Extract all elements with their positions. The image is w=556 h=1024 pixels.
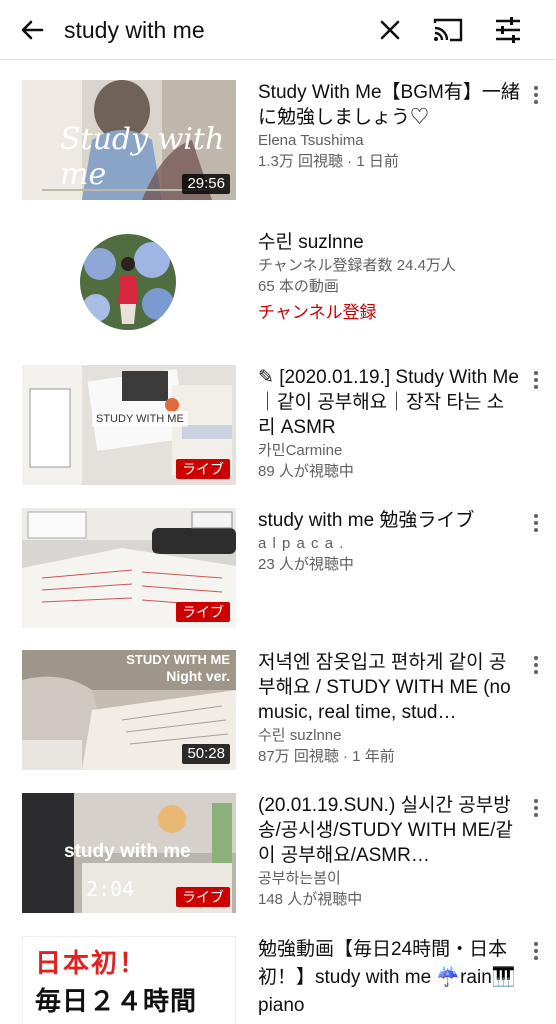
back-button[interactable] (14, 12, 50, 48)
close-icon (380, 20, 400, 40)
video-thumbnail[interactable]: ライブ (22, 508, 236, 628)
duration-badge: 29:56 (182, 174, 230, 194)
more-options-button[interactable] (528, 512, 544, 536)
avatar[interactable] (80, 234, 176, 330)
video-thumbnail[interactable]: STUDY WITH ME Night ver. 50:28 (22, 650, 236, 770)
thumbnail-overlay-text: STUDY WITH ME (92, 411, 188, 427)
video-title: study with me 勉強ライブ (258, 510, 475, 531)
arrow-back-icon (21, 20, 44, 40)
video-result[interactable]: Study with me 29:56 Study With Me【BGM有】一… (0, 80, 556, 205)
channel-avatar-image (80, 234, 176, 330)
video-thumbnail[interactable]: study with me 2:04 ライブ (22, 793, 236, 913)
channel-name: Elena Tsushima (258, 132, 364, 149)
video-title: (20.01.19.SUN.) 실시간 공부방송/공시생/STUDY WITH … (258, 795, 513, 866)
video-title: 저녁엔 잠옷입고 편하게 같이 공부해요 / STUDY WITH ME (no… (258, 652, 511, 723)
video-result[interactable]: ライブ study with me 勉強ライブ a l p a c a . 23… (0, 508, 556, 633)
channel-meta: 수린 suzlnne チャンネル登録者数 24.4万人 65 本の動画 チャンネ… (258, 230, 520, 325)
video-thumbnail[interactable]: STUDY WITH ME ライブ (22, 365, 236, 485)
more-options-button[interactable] (528, 84, 544, 108)
video-result[interactable]: STUDY WITH ME ライブ ✎ [2020.01.19.] Study … (0, 365, 556, 490)
more-options-button[interactable] (528, 369, 544, 393)
live-badge: ライブ (176, 887, 230, 907)
filter-button[interactable] (490, 12, 526, 48)
thumbnail-overlay-subtext: Night ver. (166, 668, 230, 684)
video-title: ✎ [2020.01.19.] Study With Me｜같이 공부해요｜장작… (258, 367, 519, 438)
more-options-button[interactable] (528, 940, 544, 964)
cast-icon (433, 18, 463, 42)
video-stats: 89 人が視聴中 (258, 463, 354, 480)
video-meta: 저녁엔 잠옷입고 편하게 같이 공부해요 / STUDY WITH ME (no… (258, 650, 520, 767)
video-thumbnail[interactable]: 日本初！ 毎日２４時間 (22, 936, 236, 1024)
subscriber-count: チャンネル登録者数 24.4万人 (258, 257, 456, 274)
video-meta: 勉強動画【毎日24時間・日本初！】study with me ☔rain🎹pia… (258, 936, 520, 1020)
channel-name: a l p a c a . (258, 535, 345, 552)
video-thumbnail[interactable]: Study with me 29:56 (22, 80, 236, 200)
clear-search-button[interactable] (372, 12, 408, 48)
video-title: 勉強動画【毎日24時間・日本初！】study with me ☔rain🎹pia… (258, 939, 516, 1016)
video-meta: ✎ [2020.01.19.] Study With Me｜같이 공부해요｜장작… (258, 365, 520, 482)
thumbnail-overlay-text: STUDY WITH ME (126, 652, 230, 667)
video-stats: 23 人が視聴中 (258, 556, 354, 573)
cast-button[interactable] (430, 12, 466, 48)
filter-sliders-icon (496, 17, 520, 43)
channel-title: 수린 suzlnne (258, 232, 364, 253)
channel-name: 공부하는봄이 (258, 870, 341, 887)
video-stats: 1.3万 回視聴 · 1 日前 (258, 153, 399, 170)
search-input[interactable]: study with me (64, 14, 205, 46)
video-count: 65 本の動画 (258, 278, 339, 295)
more-options-button[interactable] (528, 797, 544, 821)
thumbnail-overlay-subtext: 毎日２４時間 (35, 987, 198, 1017)
video-title: Study With Me【BGM有】一緒に勉強しましょう♡ (258, 82, 520, 128)
video-meta: Study With Me【BGM有】一緒に勉強しましょう♡ Elena Tsu… (258, 80, 520, 172)
thumbnail-overlay-text: study with me (64, 841, 191, 862)
more-options-button[interactable] (528, 654, 544, 678)
video-result[interactable]: STUDY WITH ME Night ver. 50:28 저녁엔 잠옷입고 … (0, 650, 556, 775)
video-stats: 87万 回視聴 · 1 年前 (258, 748, 395, 765)
live-badge: ライブ (176, 602, 230, 622)
video-stats: 148 人が視聴中 (258, 891, 363, 908)
live-badge: ライブ (176, 459, 230, 479)
search-header: study with me (0, 0, 556, 60)
video-meta: (20.01.19.SUN.) 실시간 공부방송/공시생/STUDY WITH … (258, 793, 520, 910)
duration-badge: 50:28 (182, 744, 230, 764)
search-results-list: Study with me 29:56 Study With Me【BGM有】一… (0, 60, 556, 1024)
channel-name: 수린 suzlnne (258, 727, 342, 744)
thumbnail-overlay-text: 日本初！ (35, 949, 148, 979)
subscribe-button[interactable]: チャンネル登録 (258, 301, 520, 325)
channel-name: 카민Carmine (258, 442, 343, 459)
video-result[interactable]: study with me 2:04 ライブ (20.01.19.SUN.) 실… (0, 793, 556, 918)
channel-result[interactable]: 수린 suzlnne チャンネル登録者数 24.4万人 65 本の動画 チャンネ… (0, 230, 556, 340)
video-meta: study with me 勉強ライブ a l p a c a . 23 人が視… (258, 508, 520, 575)
video-result[interactable]: 日本初！ 毎日２４時間 勉強動画【毎日24時間・日本初！】study with … (0, 936, 556, 1024)
clock-overlay-text: 2:04 (86, 877, 135, 901)
